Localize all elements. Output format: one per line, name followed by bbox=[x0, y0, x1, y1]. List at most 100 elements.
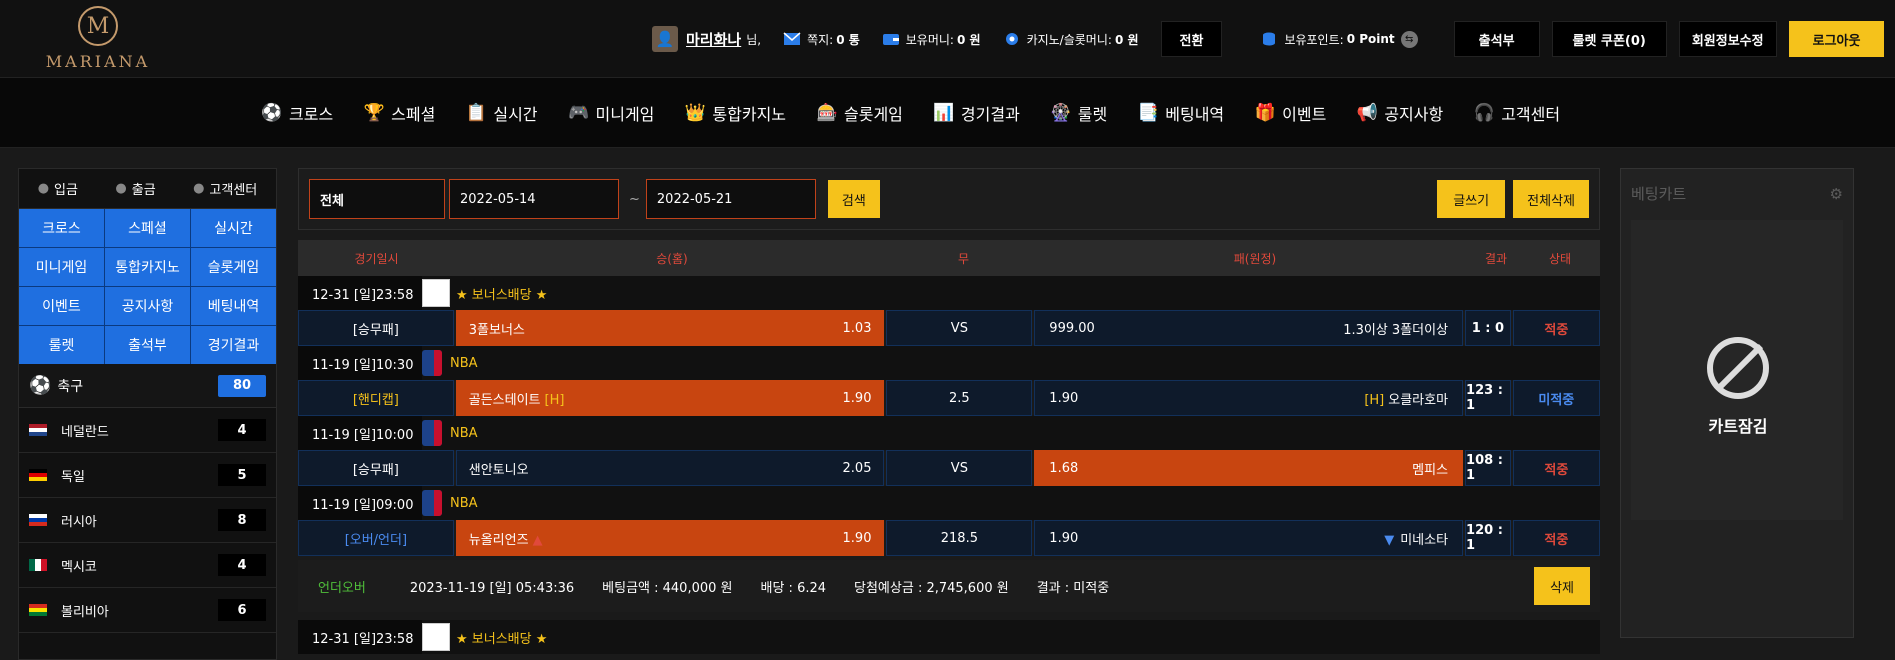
country-item[interactable]: 멕시코 4 bbox=[19, 543, 276, 588]
filter-bar: 전체 2022-05-14 ~ 2022-05-21 검색 글쓰기 전체삭제 bbox=[298, 168, 1600, 230]
sidebar-menu-item-10[interactable]: 출석부 bbox=[105, 326, 190, 364]
user-name[interactable]: 마리화나 bbox=[686, 29, 741, 50]
user-suffix: 님, bbox=[746, 32, 762, 47]
nav-item-10[interactable]: 📢 공지사항 bbox=[1357, 101, 1443, 125]
switch-button[interactable]: 전환 bbox=[1160, 21, 1223, 57]
bet-row: [오버/언더] 뉴올리언즈 ▲ 1.90 218.5 1.90 ▼ 미네소타 120 : 1 적중 bbox=[298, 520, 1600, 556]
sidebar-menu-item-6[interactable]: 이벤트 bbox=[19, 287, 104, 325]
profile-edit-button[interactable]: 회원정보수정 bbox=[1678, 21, 1777, 57]
attendance-button[interactable]: 출석부 bbox=[1453, 21, 1540, 57]
home-pick[interactable]: 뉴올리언즈 ▲ 1.90 bbox=[455, 520, 885, 556]
cart-lock-text: 카트잠김 bbox=[1708, 417, 1768, 436]
date-to-input[interactable]: 2022-05-21 bbox=[645, 179, 816, 219]
sidebar-menu-item-7[interactable]: 공지사항 bbox=[105, 287, 190, 325]
nav-item-6[interactable]: 📊 경기결과 bbox=[933, 101, 1019, 125]
flag-icon bbox=[29, 424, 47, 436]
sidebar-top-item-1[interactable]: ● 출금 bbox=[115, 179, 155, 198]
away-pick[interactable]: 1.90 ▼ 미네소타 bbox=[1034, 520, 1464, 556]
mariana-logo[interactable]: M MARIANA bbox=[38, 2, 158, 76]
home-odds: 1.90 bbox=[842, 390, 872, 406]
sport-name: 축구 bbox=[57, 378, 84, 395]
nav-label: 슬롯게임 bbox=[844, 104, 903, 124]
away-team: 1.3이상 3폴더이상 bbox=[1343, 322, 1449, 338]
nav-item-0[interactable]: ⚽ 크로스 bbox=[261, 101, 334, 125]
away-pick[interactable]: 999.00 1.3이상 3폴더이상 bbox=[1034, 310, 1464, 346]
money-label: 보유머니: bbox=[905, 32, 954, 47]
sidebar-menu-item-5[interactable]: 슬롯게임 bbox=[191, 248, 276, 286]
casino-icon: 👑 bbox=[684, 102, 706, 123]
country-item[interactable]: 독일 5 bbox=[19, 453, 276, 498]
nba-logo-icon bbox=[422, 490, 442, 516]
game-score: 1 : 0 bbox=[1465, 310, 1511, 346]
bet-state: 적중 bbox=[1512, 310, 1600, 346]
sidebar-top-label: 고객센터 bbox=[209, 183, 258, 198]
nav-item-2[interactable]: 📋 실시간 bbox=[466, 101, 538, 125]
game-date-row: 11-19 [일]10:30 NBA bbox=[298, 346, 1600, 380]
type-select[interactable]: 전체 bbox=[309, 179, 445, 219]
bet-row: [핸디캡] 골든스테이트 [H] 1.90 2.5 1.90 [H] 오클라호마 123 : 1… bbox=[298, 380, 1600, 416]
sidebar-menu-item-3[interactable]: 미니게임 bbox=[19, 248, 104, 286]
sidebar-top-item-0[interactable]: ● 입금 bbox=[38, 179, 78, 198]
sidebar-menu-item-1[interactable]: 스페셜 bbox=[105, 209, 190, 247]
country-item[interactable]: 네덜란드 4 bbox=[19, 408, 276, 453]
casino-money-info: 카지노/슬롯머니: 0 원 bbox=[1003, 31, 1139, 48]
messages-label: 쪽지: bbox=[807, 32, 834, 47]
away-odds: 1.90 bbox=[1049, 530, 1079, 546]
coins-icon: ● bbox=[37, 181, 50, 196]
coins-icon: ● bbox=[115, 181, 127, 196]
league-name: ★ 보너스배당 ★ bbox=[456, 631, 548, 647]
home-pick[interactable]: 골든스테이트 [H] 1.90 bbox=[455, 380, 885, 416]
game-score: 123 : 1 bbox=[1465, 380, 1511, 416]
search-button[interactable]: 검색 bbox=[827, 180, 880, 218]
game-date: 12-31 [일]23:58 bbox=[298, 276, 422, 310]
games-list: 12-31 [일]23:58 ★ 보너스배당 ★ [승무패] 3폴보너스 1.03 VS 9… bbox=[298, 276, 1600, 556]
home-pick[interactable]: 3폴보너스 1.03 bbox=[455, 310, 885, 346]
sidebar-menu-item-2[interactable]: 실시간 bbox=[191, 209, 276, 247]
delete-button[interactable]: 삭제 bbox=[1534, 567, 1590, 605]
roulette-coupon-button[interactable]: 룰렛 쿠폰(0) bbox=[1551, 21, 1667, 57]
away-pick[interactable]: 1.68 멤피스 bbox=[1034, 450, 1464, 486]
country-item[interactable]: 러시아 8 bbox=[19, 498, 276, 543]
messages-value: 0 통 bbox=[836, 32, 860, 47]
nav-item-4[interactable]: 👑 통합카지노 bbox=[685, 101, 786, 125]
delete-all-button[interactable]: 전체삭제 bbox=[1513, 180, 1589, 218]
country-item[interactable]: 볼리비아 6 bbox=[19, 588, 276, 633]
draw-value: 218.5 bbox=[886, 520, 1033, 556]
logout-button[interactable]: 로그아웃 bbox=[1788, 21, 1885, 57]
nav-item-1[interactable]: 🏆 스페셜 bbox=[364, 101, 436, 125]
sidebar-top-item-2[interactable]: ● 고객센터 bbox=[193, 179, 257, 198]
bet-history-main: 전체 2022-05-14 ~ 2022-05-21 검색 글쓰기 전체삭제 경… bbox=[298, 168, 1600, 660]
home-pick[interactable]: 샌안토니오 2.05 bbox=[455, 450, 885, 486]
nav-label: 크로스 bbox=[289, 104, 334, 124]
sidebar-menu-item-9[interactable]: 룰렛 bbox=[19, 326, 104, 364]
date-from-input[interactable]: 2022-05-14 bbox=[449, 179, 619, 219]
nav-item-3[interactable]: 🎮 미니게임 bbox=[568, 101, 654, 125]
game-date: 11-19 [일]10:30 bbox=[298, 346, 422, 380]
sidebar-menu-item-4[interactable]: 통합카지노 bbox=[105, 248, 190, 286]
nav-item-11[interactable]: 🎧 고객센터 bbox=[1474, 101, 1560, 125]
history-icon: 📑 bbox=[1137, 102, 1159, 123]
nav-item-5[interactable]: 🎰 슬롯게임 bbox=[816, 101, 903, 125]
support-icon: 🎧 bbox=[1473, 102, 1495, 123]
draw-value: VS bbox=[886, 450, 1033, 486]
bet-row: [승무패] 3폴보너스 1.03 VS 999.00 1.3이상 3폴더이상 1 : 0 적중 bbox=[298, 310, 1600, 346]
sidebar-menu-item-11[interactable]: 경기결과 bbox=[191, 326, 276, 364]
country-count: 8 bbox=[218, 509, 266, 531]
exchange-icon[interactable]: ⇆ bbox=[1400, 30, 1418, 48]
sidebar-menu-item-0[interactable]: 크로스 bbox=[19, 209, 104, 247]
country-count: 4 bbox=[218, 554, 266, 576]
money-info: 보유머니: 0 원 bbox=[882, 31, 981, 48]
messages-info[interactable]: 쪽지: 0 통 bbox=[783, 31, 860, 48]
away-pick[interactable]: 1.90 [H] 오클라호마 bbox=[1034, 380, 1464, 416]
nav-item-9[interactable]: 🎁 이벤트 bbox=[1255, 101, 1327, 125]
sport-soccer[interactable]: ⚽ 축구 80 bbox=[19, 364, 276, 408]
sidebar-menu-item-8[interactable]: 베팅내역 bbox=[191, 287, 276, 325]
down-arrow-icon: ▼ bbox=[1384, 532, 1395, 548]
flag-icon bbox=[29, 469, 47, 481]
nav-item-7[interactable]: 🎡 룰렛 bbox=[1050, 101, 1107, 125]
game-date-row: 11-19 [일]09:00 NBA bbox=[298, 486, 1600, 520]
home-team: 3폴보너스 bbox=[468, 322, 525, 338]
nav-item-8[interactable]: 📑 베팅내역 bbox=[1138, 101, 1224, 125]
nav-label: 공지사항 bbox=[1384, 104, 1444, 124]
write-button[interactable]: 글쓰기 bbox=[1437, 180, 1506, 218]
